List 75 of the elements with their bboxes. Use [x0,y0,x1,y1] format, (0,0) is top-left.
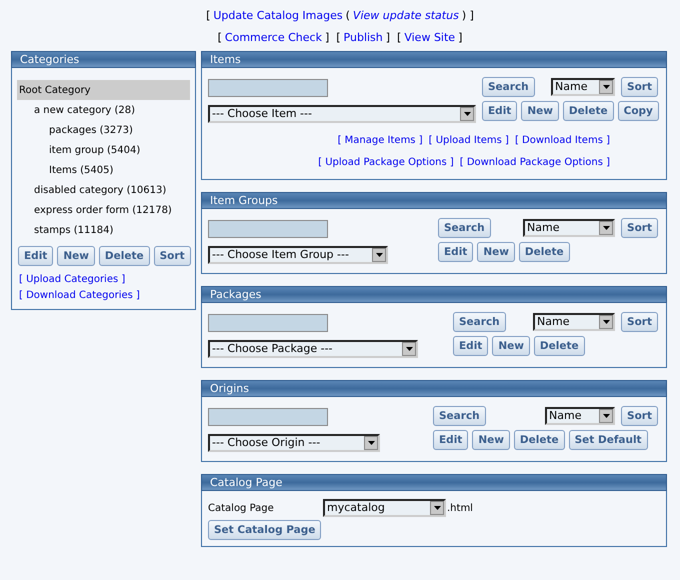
dropdown[interactable]: --- Choose Item --- [208,105,476,123]
bracket-text: ) ] [462,8,474,24]
panel-title: Packages [210,289,262,300]
dropdown[interactable]: --- Choose Package --- [208,340,418,358]
button[interactable]: New [472,430,510,450]
button[interactable]: Edit [438,242,474,262]
button[interactable]: Search [482,77,535,97]
button[interactable]: Sort [621,312,658,332]
bracket-text: [ [218,30,222,46]
button[interactable]: Search [433,406,486,426]
dropdown[interactable]: Name [551,78,616,96]
bracket-text: ( [346,8,350,24]
button[interactable]: Edit [18,246,54,266]
button[interactable]: Sort [621,77,658,97]
panel-title: Item Groups [210,195,278,206]
link[interactable]: [ Upload Items ] [428,133,509,148]
tree-item[interactable]: Root Category [17,80,190,100]
link[interactable]: Publish [344,30,383,46]
button[interactable]: Sort [154,246,191,266]
bracket-text: [ [206,8,210,24]
link[interactable]: Commerce Check [224,30,322,46]
button[interactable]: New [477,242,515,262]
dropdown[interactable]: --- Choose Origin --- [208,434,380,452]
link[interactable]: Update Catalog Images [213,8,343,24]
bracket-text: ] [ [386,30,402,46]
search-field[interactable] [208,220,328,238]
bracket-text: ] [458,30,462,46]
tree-item[interactable]: express order form (12178) [17,200,190,220]
link[interactable]: [ Download Categories ] [19,288,140,303]
tree-item[interactable]: stamps (11184) [17,220,190,240]
button[interactable]: Edit [482,101,518,121]
dropdown[interactable]: Name [523,219,616,237]
tree-item[interactable]: disabled category (10613) [17,180,190,200]
button[interactable]: Set Catalog Page [208,520,322,540]
button[interactable]: Delete [534,336,585,356]
panel-title: Categories [20,54,80,65]
dropdown[interactable]: --- Choose Item Group --- [208,246,388,264]
link[interactable]: [ Manage Items ] [338,133,423,148]
button[interactable]: Delete [518,242,570,262]
dropdown[interactable]: Name [533,313,616,331]
button[interactable]: Edit [433,430,468,450]
button[interactable]: Sort [621,406,658,426]
button[interactable]: Edit [453,336,488,356]
button[interactable]: Set Default [568,430,648,450]
link[interactable]: [ Upload Package Options ] [318,155,454,170]
button[interactable]: Search [438,218,491,238]
search-field[interactable] [208,79,328,97]
suffix-text: .html [447,502,473,516]
link[interactable]: [ Download Package Options ] [460,155,610,170]
button[interactable]: New [57,246,95,266]
field-label: Catalog Page [208,502,275,516]
button[interactable]: Sort [621,218,658,238]
search-field[interactable] [208,314,328,332]
panel-title: Origins [210,383,249,394]
tree-item[interactable]: Items (5405) [17,160,190,180]
button[interactable]: Delete [562,101,614,121]
button[interactable]: Search [453,312,506,332]
tree-item[interactable]: a new category (28) [17,100,190,120]
panel-title: Items [210,54,241,65]
tree-item[interactable]: packages (3273) [17,120,190,140]
tree-item[interactable]: item group (5404) [17,140,190,160]
button[interactable]: Delete [98,246,150,266]
link[interactable]: [ Download Items ] [514,133,610,148]
bracket-text: ] [ [324,30,341,46]
search-field[interactable] [208,408,328,426]
dropdown[interactable]: mycatalog [323,499,446,517]
panel-title: Catalog Page [210,477,282,488]
button[interactable]: Copy [618,101,659,121]
button[interactable]: Delete [514,430,565,450]
link[interactable]: View update status [352,8,459,24]
link[interactable]: View Site [404,30,456,46]
dropdown[interactable]: Name [545,407,616,425]
link[interactable]: [ Upload Categories ] [19,272,126,287]
button[interactable]: New [492,336,530,356]
button[interactable]: New [521,101,559,121]
